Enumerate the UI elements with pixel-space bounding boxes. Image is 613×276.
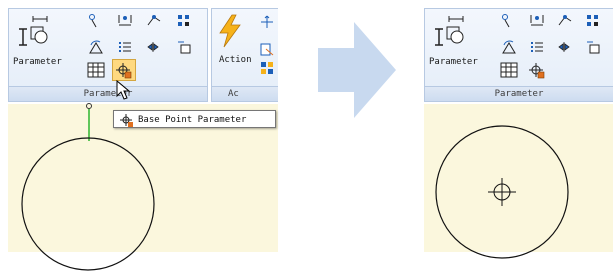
parameter-button[interactable]: Parameter (11, 11, 63, 83)
base-point-icon (120, 114, 133, 127)
transition-arrow-icon (318, 22, 396, 118)
parameter-icon (19, 16, 48, 46)
move-action-icon[interactable] (260, 15, 274, 29)
linear-parameter-icon[interactable] (529, 13, 545, 29)
parameter-button-label: Parameter (429, 57, 478, 67)
xy-parameter-icon[interactable] (585, 13, 601, 29)
mouse-cursor (116, 79, 131, 100)
list-parameter-icon[interactable] (529, 39, 545, 55)
flip-parameter-icon[interactable] (146, 39, 162, 55)
base-point-tooltip: Base Point Parameter (113, 110, 276, 128)
base-point-icon (116, 63, 132, 79)
before-panel: Parameter Parameter Action Ac Base Point… (0, 0, 278, 271)
visibility-parameter-icon[interactable] (585, 39, 601, 55)
action-lightning-icon (219, 14, 241, 48)
xy-parameter-icon[interactable] (176, 13, 192, 29)
parameter-button[interactable]: Parameter (427, 11, 479, 83)
parameter-ribbon-panel: Parameter Parameter (424, 8, 613, 102)
circle-geometry (21, 137, 155, 271)
parameter-button-label: Parameter (13, 57, 62, 67)
parameter-panel-title: Parameter (425, 86, 613, 101)
polar-parameter-icon[interactable] (146, 13, 162, 29)
after-panel: Parameter Parameter (424, 0, 613, 259)
base-point-marker (488, 178, 516, 206)
point-parameter-icon[interactable] (88, 13, 102, 29)
base-point-icon[interactable] (528, 61, 546, 79)
parameter-ribbon-panel: Parameter Parameter (8, 8, 208, 102)
visibility-parameter-icon[interactable] (176, 39, 192, 55)
array-action-icon[interactable] (260, 61, 274, 75)
flip-parameter-icon[interactable] (557, 39, 573, 55)
point-parameter-icon[interactable] (501, 13, 515, 29)
polar-parameter-icon[interactable] (557, 13, 573, 29)
rotation-parameter-icon[interactable] (88, 39, 104, 55)
lookup-parameter-icon[interactable] (87, 62, 105, 78)
scale-action-icon[interactable] (260, 43, 274, 57)
rotation-parameter-icon[interactable] (501, 39, 517, 55)
tooltip-text: Base Point Parameter (138, 115, 247, 125)
lookup-parameter-icon[interactable] (500, 62, 518, 78)
linear-parameter-icon[interactable] (117, 13, 133, 29)
action-button-label[interactable]: Action (219, 55, 252, 65)
list-parameter-icon[interactable] (117, 39, 133, 55)
action-panel-title: Ac (212, 86, 278, 101)
parameter-icon (435, 16, 464, 46)
base-point-parameter-button[interactable] (112, 59, 136, 81)
parameter-panel-title: Parameter (9, 86, 207, 101)
action-ribbon-panel: Action Ac (211, 8, 278, 102)
